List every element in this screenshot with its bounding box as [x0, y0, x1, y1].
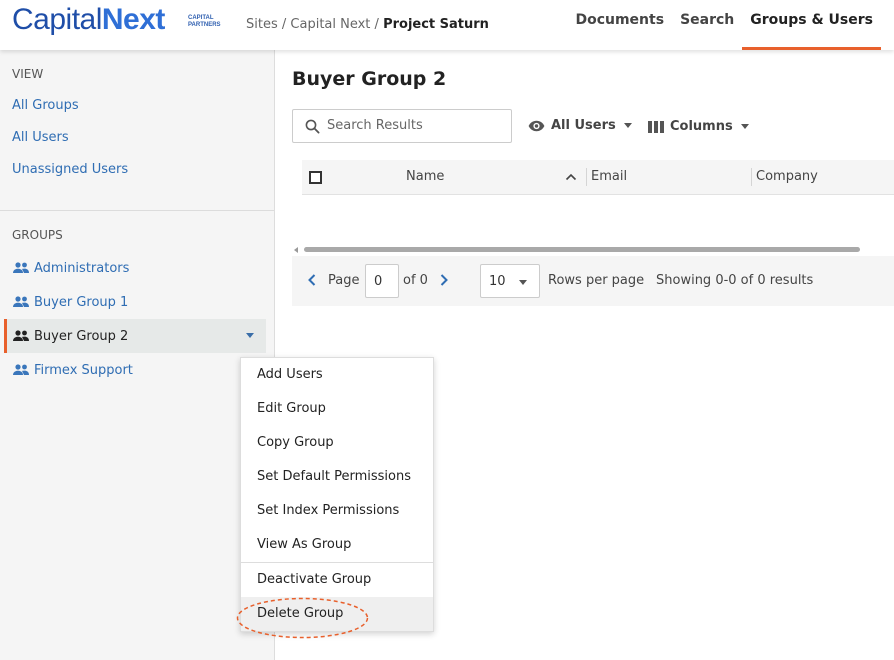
view-section-title: VIEW — [12, 67, 44, 81]
menu-item-edit-group[interactable]: Edit Group — [241, 392, 433, 426]
group-icon — [13, 330, 29, 341]
sidebar-link-all-groups[interactable]: All Groups — [12, 98, 79, 113]
page-label: Page — [328, 273, 360, 288]
sidebar-link-unassigned-users[interactable]: Unassigned Users — [12, 162, 128, 177]
menu-item-view-as-group[interactable]: View As Group — [241, 528, 433, 562]
breadcrumb-sites[interactable]: Sites — [246, 17, 278, 32]
breadcrumb-project[interactable]: Capital Next — [290, 17, 370, 32]
top-header: CapitalNext CAPITAL PARTNERS Sites / Capi… — [0, 0, 894, 50]
search-icon — [305, 119, 320, 134]
pagination-bar: Page 0 of 0 10 Rows per page Showing 0-0… — [292, 256, 894, 306]
breadcrumb: Sites / Capital Next / Project Saturn — [246, 17, 489, 32]
users-filter-dropdown[interactable]: All Users — [528, 118, 632, 133]
column-header-name[interactable]: Name — [406, 169, 444, 184]
chevron-down-icon — [623, 123, 632, 128]
group-icon — [13, 296, 29, 307]
chevron-down-icon — [519, 280, 527, 285]
scrollbar-thumb[interactable] — [304, 247, 860, 252]
select-all-checkbox[interactable] — [309, 171, 322, 184]
capitalnext-logo[interactable]: CapitalNext — [12, 3, 165, 37]
groups-section-title: GROUPS — [12, 228, 63, 242]
table-header: Name Email Company — [302, 160, 894, 195]
highlight-circle — [236, 597, 369, 639]
previous-page-icon[interactable] — [308, 274, 316, 286]
search-input[interactable] — [327, 118, 497, 133]
group-actions-menu: Add Users Edit Group Copy Group Set Defa… — [240, 357, 434, 632]
scroll-left-arrow-icon[interactable] — [294, 247, 298, 253]
nav-search[interactable]: Search — [672, 0, 742, 50]
group-label: Buyer Group 2 — [34, 328, 129, 344]
page-title: Buyer Group 2 — [292, 68, 447, 90]
results-summary: Showing 0-0 of 0 results — [656, 273, 814, 288]
column-header-company[interactable]: Company — [756, 169, 818, 184]
rows-per-page-label: Rows per page — [548, 273, 645, 288]
column-separator[interactable] — [586, 168, 587, 186]
rows-per-page-select[interactable]: 10 — [480, 264, 540, 298]
group-label: Administrators — [34, 260, 130, 276]
group-label: Buyer Group 1 — [34, 294, 129, 310]
breadcrumb-current: Project Saturn — [383, 17, 489, 32]
chevron-down-icon[interactable] — [246, 333, 254, 338]
column-header-email[interactable]: Email — [591, 169, 627, 184]
columns-icon — [648, 120, 664, 133]
sidebar-link-all-users[interactable]: All Users — [12, 130, 69, 145]
page-number-input[interactable]: 0 — [365, 264, 399, 298]
page-of-label: of 0 — [403, 273, 428, 288]
menu-item-set-index-permissions[interactable]: Set Index Permissions — [241, 494, 433, 528]
sidebar-group-administrators[interactable]: Administrators — [4, 251, 266, 285]
columns-dropdown[interactable]: Columns — [648, 119, 749, 134]
sidebar-group-buyer-group-1[interactable]: Buyer Group 1 — [4, 285, 266, 319]
sidebar: VIEW All Groups All Users Unassigned Use… — [0, 50, 275, 660]
rows-per-page-value: 10 — [489, 274, 506, 289]
capital-partners-logo: CAPITAL PARTNERS — [188, 15, 221, 28]
sidebar-group-buyer-group-2[interactable]: Buyer Group 2 — [4, 319, 266, 353]
nav-groups-users[interactable]: Groups & Users — [742, 0, 881, 50]
menu-item-add-users[interactable]: Add Users — [241, 358, 433, 392]
eye-icon — [528, 120, 545, 131]
sort-ascending-icon[interactable] — [565, 173, 577, 181]
menu-item-deactivate-group[interactable]: Deactivate Group — [241, 563, 433, 597]
horizontal-scrollbar[interactable] — [294, 246, 894, 254]
search-box[interactable] — [292, 109, 512, 143]
nav-documents[interactable]: Documents — [567, 0, 672, 50]
column-separator[interactable] — [751, 168, 752, 186]
menu-item-copy-group[interactable]: Copy Group — [241, 426, 433, 460]
sidebar-divider — [0, 210, 274, 211]
users-filter-label: All Users — [551, 118, 616, 133]
chevron-down-icon — [740, 124, 749, 129]
columns-label: Columns — [670, 119, 733, 134]
next-page-icon[interactable] — [440, 274, 448, 286]
group-label: Firmex Support — [34, 362, 133, 378]
group-icon — [13, 262, 29, 273]
group-icon — [13, 364, 29, 375]
menu-item-set-default-permissions[interactable]: Set Default Permissions — [241, 460, 433, 494]
top-nav: Documents Search Groups & Users — [567, 0, 881, 50]
sidebar-group-firmex-support[interactable]: Firmex Support — [4, 353, 266, 387]
